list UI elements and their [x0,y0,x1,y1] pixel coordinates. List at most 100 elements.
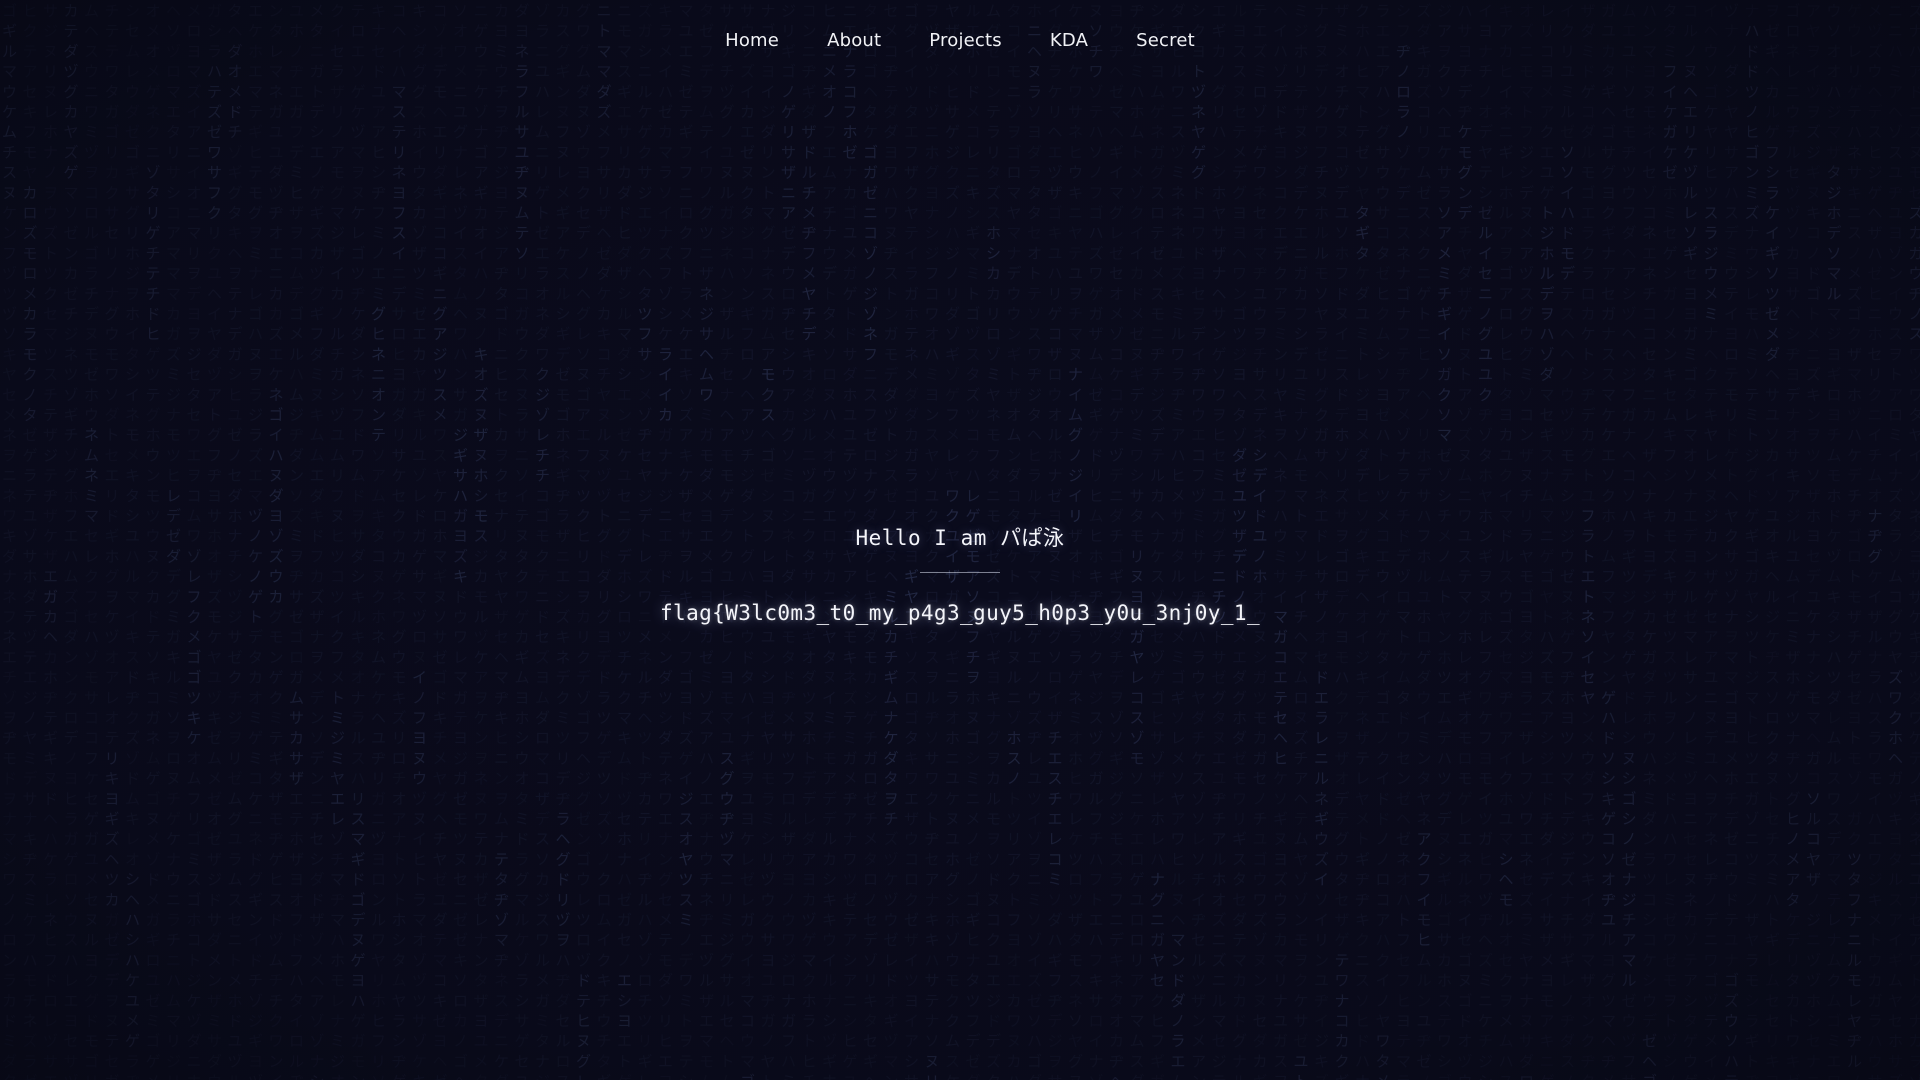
matrix-glyph: ジ [248,1012,263,1030]
matrix-glyph: ク [638,244,653,262]
matrix-glyph: カ [64,2,79,20]
matrix-glyph: マ [1827,871,1842,889]
matrix-glyph: セ [494,487,509,505]
matrix-glyph: シ [966,204,981,222]
matrix-glyph: ミ [1827,1032,1842,1050]
matrix-glyph: ヨ [904,992,919,1010]
matrix-glyph: ヂ [1027,366,1042,384]
matrix-glyph: ズ [1806,366,1821,384]
matrix-glyph: セ [1253,1012,1268,1030]
matrix-glyph: ゴ [248,305,263,323]
matrix-glyph: タ [1499,386,1514,404]
matrix-glyph: マ [64,184,79,202]
matrix-glyph: ワ [1417,143,1432,161]
matrix-glyph: ホ [187,911,202,929]
matrix-glyph: ヂ [494,951,509,969]
matrix-glyph: セ [64,1032,79,1050]
matrix-glyph: ケ [43,850,58,868]
matrix-glyph: リ [597,184,612,202]
matrix-glyph: ノ [1560,366,1575,384]
matrix-glyph: ホ [1458,628,1473,646]
matrix-glyph: ヤ [1355,184,1370,202]
matrix-glyph: ヘ [125,891,140,909]
matrix-glyph: ツ [64,366,79,384]
matrix-glyph: ク [945,164,960,182]
matrix-glyph: ン [761,164,776,182]
matrix-glyph: チ [617,648,632,666]
matrix-glyph: サ [105,204,120,222]
matrix-glyph: ジ [1560,830,1575,848]
matrix-glyph: ノ [1376,729,1391,747]
matrix-glyph: ハ [925,951,940,969]
matrix-glyph: グ [1232,689,1247,707]
matrix-glyph: ム [125,790,140,808]
matrix-glyph: ゾ [1437,467,1452,485]
matrix-glyph: チ [1642,285,1657,303]
matrix-glyph: マ [1827,123,1842,141]
matrix-glyph: ヌ [1622,749,1637,767]
matrix-glyph: ン [310,770,325,788]
matrix-glyph: ヂ [1560,1012,1575,1030]
matrix-glyph: ヲ [1663,992,1678,1010]
matrix-glyph: ル [1171,871,1186,889]
matrix-glyph: カ [1642,406,1657,424]
matrix-glyph: サ [453,467,468,485]
matrix-glyph: ヅ [351,123,366,141]
matrix-glyph: デ [1827,830,1842,848]
matrix-glyph: ゼ [228,648,243,666]
matrix-glyph: ガ [740,911,755,929]
matrix-glyph: イ [187,103,202,121]
matrix-glyph: フ [1622,204,1637,222]
matrix-glyph: ス [1417,204,1432,222]
matrix-glyph: ケ [187,729,202,747]
matrix-glyph: イ [125,325,140,343]
matrix-glyph: コ [1642,325,1657,343]
matrix-glyph: ケ [494,1052,509,1070]
matrix-glyph: ノ [1089,164,1104,182]
matrix-glyph: ル [371,911,386,929]
matrix-glyph: カ [1683,911,1698,929]
matrix-glyph: イ [1048,2,1063,20]
matrix-glyph: ツ [966,992,981,1010]
matrix-glyph: ユ [1765,406,1780,424]
matrix-glyph: シ [1253,446,1268,464]
matrix-glyph: ン [1007,446,1022,464]
matrix-glyph: ド [207,891,222,909]
matrix-glyph: ジ [1212,1052,1227,1070]
matrix-glyph: ソ [1355,164,1370,182]
matrix-glyph: ゼ [658,103,673,121]
matrix-glyph: ヤ [1376,1012,1391,1030]
matrix-glyph: ユ [1560,63,1575,81]
matrix-glyph: ゾ [1519,790,1534,808]
matrix-glyph: コ [146,689,161,707]
matrix-glyph: ヌ [1068,345,1083,363]
matrix-glyph: ヲ [556,931,571,949]
matrix-glyph: ゴ [187,648,202,666]
matrix-glyph: ケ [84,770,99,788]
matrix-glyph: オ [1683,446,1698,464]
matrix-glyph: ヂ [1478,406,1493,424]
matrix-glyph: リ [371,972,386,990]
matrix-glyph: ノ [617,951,632,969]
matrix-glyph: ヒ [1068,770,1083,788]
matrix-glyph: ヤ [330,770,345,788]
matrix-glyph: ヤ [1478,143,1493,161]
matrix-glyph: ゼ [843,143,858,161]
matrix-glyph: ニ [1068,204,1083,222]
matrix-glyph: リ [371,770,386,788]
matrix-glyph: ユ [1253,830,1268,848]
matrix-glyph: ス [1724,204,1739,222]
matrix-glyph: ゼ [207,830,222,848]
matrix-glyph: ヌ [1294,709,1309,727]
matrix-glyph: ダ [576,83,591,101]
matrix-glyph: コ [1806,830,1821,848]
matrix-glyph: ヘ [638,265,653,283]
matrix-glyph: ゲ [1376,628,1391,646]
matrix-glyph: サ [1212,648,1227,666]
matrix-glyph: リ [330,467,345,485]
matrix-glyph: モ [1068,951,1083,969]
matrix-glyph: グ [576,305,591,323]
matrix-glyph: デ [1437,729,1452,747]
matrix-glyph: ゲ [638,123,653,141]
matrix-glyph: ノ [720,123,735,141]
